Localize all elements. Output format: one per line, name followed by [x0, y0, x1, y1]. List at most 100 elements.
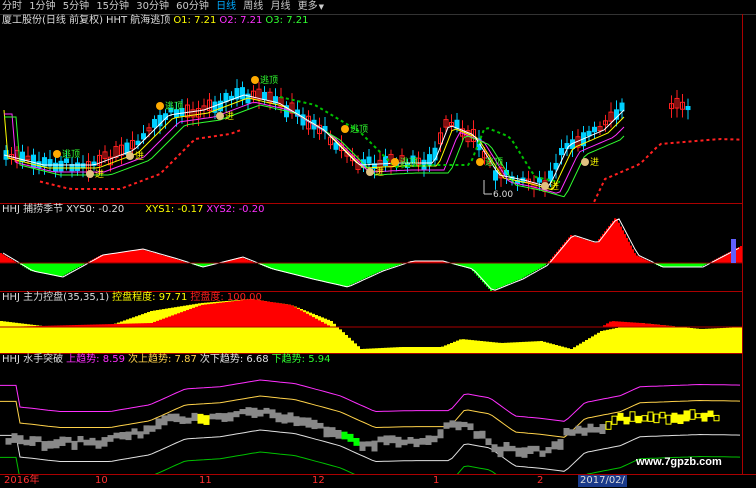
- control-panel[interactable]: HHJ 主力控盘(35,35,1)控盘程度: 97.71控盘度: 100.00: [0, 291, 742, 354]
- sailor-box: [174, 414, 179, 421]
- candle-body: [620, 103, 624, 111]
- control-bar-yellow: [159, 310, 162, 353]
- fishing-season-panel[interactable]: HHJ 捕捞季节XYS0: -0.20XYS1: -0.17XYS2: -0.2…: [0, 203, 742, 292]
- tab-1min[interactable]: 1分钟: [27, 0, 57, 14]
- fishing-bar-red: [0, 253, 2, 263]
- fishing-bar-green: [520, 263, 522, 279]
- tab-30min[interactable]: 30分钟: [134, 0, 171, 14]
- tab-intraday[interactable]: 分时: [0, 0, 24, 14]
- control-bar-yellow: [522, 342, 525, 353]
- fishing-bar-green: [362, 263, 364, 279]
- fishing-bar-red: [244, 259, 246, 263]
- tab-60min[interactable]: 60分钟: [174, 0, 211, 14]
- control-bar-yellow: [549, 343, 552, 353]
- tab-15min[interactable]: 15分钟: [94, 0, 131, 14]
- tab-daily[interactable]: 日线: [214, 0, 238, 14]
- sailor-box: [312, 420, 317, 428]
- fishing-bar-red: [588, 241, 590, 263]
- fishing-bar-green: [390, 263, 392, 268]
- control-bar-yellow: [129, 318, 132, 353]
- fishing-bar-red: [142, 250, 144, 263]
- control-bar-yellow: [510, 343, 513, 354]
- fishing-bar-red: [132, 250, 134, 263]
- control-bar-yellow: [138, 315, 141, 353]
- fishing-bar-green: [64, 263, 66, 275]
- sub-up-trend: 次上趋势: 7.87: [128, 354, 197, 365]
- fishing-bar-green: [526, 263, 528, 276]
- fishing-bar-green: [372, 263, 374, 275]
- fishing-bar-green: [60, 263, 62, 277]
- fishing-bar-green: [72, 263, 74, 270]
- fishing-bar-red: [738, 247, 740, 263]
- control-bar-yellow: [333, 324, 336, 353]
- control-bar-red: [642, 323, 645, 327]
- x-label: 11: [199, 475, 212, 487]
- sailor-box: [690, 410, 695, 420]
- tab-weekly[interactable]: 周线: [241, 0, 265, 14]
- fishing-bar-red: [644, 259, 646, 263]
- down-trend: 下趋势: 5.94: [272, 354, 331, 365]
- fishing-bar-red: [174, 259, 176, 263]
- control-bar-yellow: [477, 341, 480, 353]
- right-scale: [742, 14, 756, 474]
- control-bar-yellow: [357, 346, 360, 353]
- control-bar-red: [228, 302, 231, 327]
- control-bar-yellow: [618, 327, 621, 353]
- tab-5min[interactable]: 5分钟: [61, 0, 91, 14]
- control-bar-yellow: [534, 341, 537, 353]
- sailor-panel[interactable]: HHJ 水手突破上趋势: 8.59次上趋势: 7.87次下趋势: 6.68下趋势…: [0, 353, 742, 474]
- candle-body: [565, 144, 569, 149]
- fishing-bar-red: [6, 257, 8, 263]
- control-bar-yellow: [348, 338, 351, 353]
- control-bar-red: [645, 324, 648, 328]
- control-bar-yellow: [36, 325, 39, 353]
- control-bar-yellow: [30, 325, 33, 353]
- kline-panel[interactable]: 厦工股份(日线 前复权)HHT 航海逃顶O1: 7.21O2: 7.21O3: …: [0, 14, 742, 204]
- stop-line-red: [565, 139, 741, 203]
- control-bar-yellow: [708, 329, 711, 353]
- o2-value: O2: 7.21: [219, 15, 262, 26]
- fishing-bar-red: [2, 254, 4, 263]
- stop-line-green: [280, 97, 560, 182]
- fishing-bar-green: [382, 263, 384, 270]
- control-bar-yellow: [732, 327, 735, 353]
- sailor-box: [618, 413, 623, 420]
- control-bar-yellow: [693, 328, 696, 353]
- xys0-value: XYS0: -0.20: [66, 204, 124, 215]
- fishing-bar-green: [388, 263, 390, 268]
- control-bar-yellow: [702, 329, 705, 353]
- sailor-box: [642, 416, 647, 421]
- fishing-bar-green: [302, 263, 304, 277]
- control-bar-yellow: [474, 340, 477, 353]
- sailor-box: [540, 451, 545, 456]
- control-bar-yellow: [501, 343, 504, 353]
- up-trend: 上趋势: 8.59: [66, 354, 125, 365]
- tab-monthly[interactable]: 月线: [268, 0, 292, 14]
- sailor-box: [450, 421, 455, 427]
- fishing-bar-red: [156, 254, 158, 263]
- control-bar-red: [639, 323, 642, 327]
- sailor-box: [336, 430, 341, 438]
- sailor-box: [282, 415, 287, 423]
- control-bar-red: [150, 323, 153, 327]
- fishing-bar-red: [154, 253, 156, 263]
- fishing-bar-green: [490, 263, 492, 291]
- control-bar-yellow: [651, 324, 654, 353]
- sailor-box: [624, 417, 629, 424]
- tab-more[interactable]: 更多▼: [296, 0, 326, 14]
- fishing-bar-green: [512, 263, 514, 282]
- control-bar-yellow: [21, 324, 24, 353]
- control-bar-red: [129, 324, 132, 327]
- fishing-bar-red: [574, 236, 576, 263]
- control-bar-red: [186, 310, 189, 327]
- control-bar-yellow: [339, 329, 342, 353]
- sailor-box: [168, 414, 173, 421]
- sailor-box: [546, 448, 551, 453]
- control-bar-yellow: [642, 323, 645, 353]
- control-bar-yellow: [516, 342, 519, 353]
- control-bar-yellow: [96, 325, 99, 353]
- fishing-bar-red: [632, 249, 634, 263]
- sailor-box: [570, 430, 575, 435]
- candle-body: [455, 120, 459, 128]
- control-bar-yellow: [471, 340, 474, 353]
